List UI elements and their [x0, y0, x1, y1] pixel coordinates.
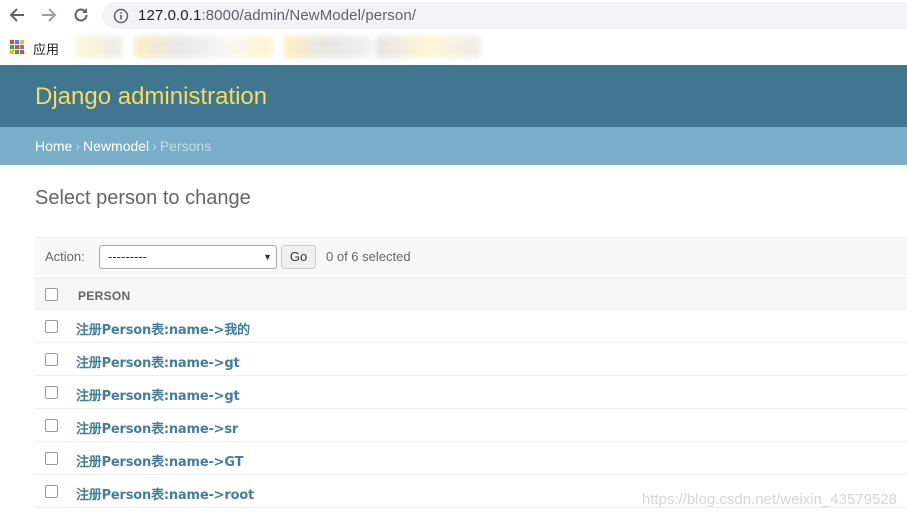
- action-label: Action:: [45, 249, 85, 264]
- row-checkbox[interactable]: [45, 452, 58, 465]
- dropdown-caret-icon: ▼: [263, 251, 272, 262]
- site-branding[interactable]: Django administration: [35, 83, 267, 111]
- person-link[interactable]: 注册Person表:name->我的: [76, 319, 250, 338]
- address-bar[interactable]: 127.0.0.1:8000/admin/NewModel/person/: [102, 2, 907, 29]
- row-checkbox[interactable]: [45, 353, 58, 366]
- results-table: PERSON 注册Person表:name->我的 注册Person表:name…: [35, 277, 907, 508]
- blurred-bookmark[interactable]: [134, 36, 272, 58]
- breadcrumb-separator: ›: [152, 138, 157, 154]
- url-host: 127.0.0.1: [138, 7, 202, 24]
- table-row: 注册Person表:name->我的: [35, 310, 907, 343]
- selection-count: 0 of 6 selected: [326, 249, 411, 264]
- breadcrumb: Home › Newmodel › Persons: [0, 127, 907, 165]
- table-row: 注册Person表:name->GT: [35, 442, 907, 475]
- reload-icon[interactable]: [71, 5, 91, 25]
- breadcrumb-current: Persons: [159, 138, 212, 154]
- actions-bar: Action: --------- ▼ Go 0 of 6 selected: [35, 237, 907, 275]
- table-row: 注册Person表:name->gt: [35, 343, 907, 376]
- row-checkbox[interactable]: [45, 485, 58, 498]
- admin-header: Django administration: [0, 65, 907, 127]
- bookmarks-bar: 应用: [0, 31, 907, 65]
- person-link[interactable]: 注册Person表:name->GT: [76, 451, 243, 470]
- person-link[interactable]: 注册Person表:name->gt: [76, 385, 240, 404]
- breadcrumb-home[interactable]: Home: [35, 138, 72, 154]
- table-header-row: PERSON: [35, 277, 907, 310]
- action-select[interactable]: --------- ▼: [99, 244, 277, 269]
- table-row: 注册Person表:name->gt: [35, 376, 907, 409]
- watermark: https://blog.csdn.net/weixin_43579528: [641, 491, 897, 508]
- apps-label[interactable]: 应用: [33, 39, 59, 58]
- go-button[interactable]: Go: [281, 244, 316, 269]
- back-arrow-icon[interactable]: [7, 5, 27, 25]
- url-text: 127.0.0.1:8000/admin/NewModel/person/: [138, 7, 416, 24]
- select-all-checkbox[interactable]: [45, 288, 58, 301]
- page-title: Select person to change: [35, 187, 251, 209]
- person-link[interactable]: 注册Person表:name->gt: [76, 352, 240, 371]
- row-checkbox[interactable]: [45, 386, 58, 399]
- column-header-person[interactable]: PERSON: [78, 289, 130, 303]
- table-row: 注册Person表:name->sr: [35, 409, 907, 442]
- row-checkbox[interactable]: [45, 320, 58, 333]
- apps-grid-icon[interactable]: [10, 40, 24, 54]
- breadcrumb-app[interactable]: Newmodel: [83, 138, 149, 154]
- info-icon[interactable]: [113, 8, 129, 24]
- blurred-bookmark[interactable]: [76, 36, 122, 58]
- row-checkbox[interactable]: [45, 419, 58, 432]
- action-select-value: ---------: [108, 248, 147, 264]
- browser-toolbar: 127.0.0.1:8000/admin/NewModel/person/: [0, 0, 907, 31]
- breadcrumb-separator: ›: [75, 138, 81, 154]
- person-link[interactable]: 注册Person表:name->sr: [76, 418, 238, 437]
- blurred-bookmark[interactable]: [284, 36, 372, 58]
- blurred-bookmark[interactable]: [376, 36, 480, 58]
- forward-arrow-icon[interactable]: [39, 5, 59, 25]
- person-link[interactable]: 注册Person表:name->root: [76, 484, 254, 503]
- url-path: :8000/admin/NewModel/person/: [201, 7, 417, 24]
